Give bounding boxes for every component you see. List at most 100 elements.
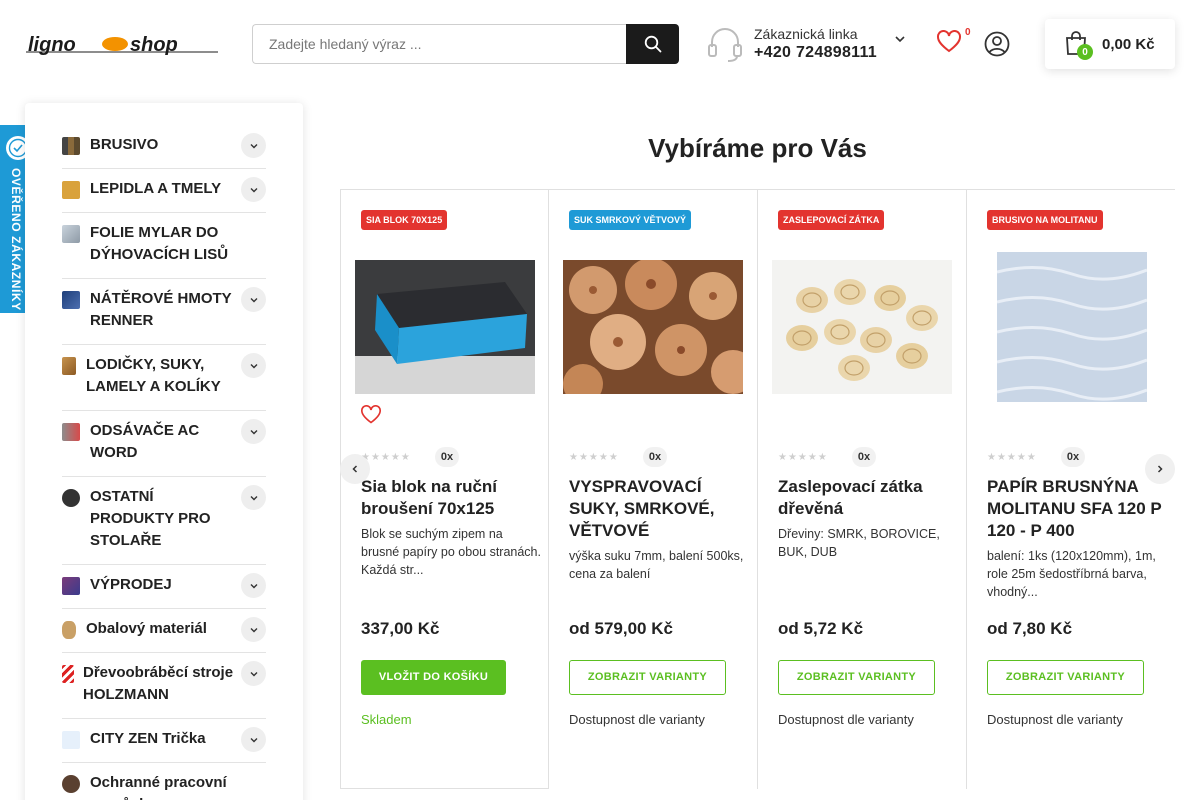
show-variants-button[interactable]: ZOBRAZIT VARIANTY bbox=[569, 660, 726, 695]
user-icon bbox=[984, 31, 1010, 57]
chevron-down-icon[interactable] bbox=[241, 419, 266, 444]
sidebar-item-label: OSTATNÍ PRODUKTY PRO STOLAŘE bbox=[90, 488, 211, 549]
machine-icon bbox=[62, 665, 74, 683]
sidebar-item-label: Obalový materiál bbox=[86, 620, 207, 637]
sidebar-item-label: NÁTĚROVÉ HMOTY RENNER bbox=[90, 290, 232, 329]
carousel-prev-button[interactable] bbox=[340, 454, 370, 484]
search-button[interactable] bbox=[626, 24, 679, 64]
dowel-icon bbox=[62, 357, 76, 375]
sidebar-item-label: ODSÁVAČE AC WORD bbox=[90, 422, 200, 461]
show-variants-button[interactable]: ZOBRAZIT VARIANTY bbox=[987, 660, 1144, 695]
chevron-down-icon[interactable] bbox=[241, 661, 266, 686]
product-card[interactable]: BRUSIVO NA MOLITANU ★★★★★ 0x PAPÍR BRUSN… bbox=[967, 190, 1176, 789]
product-image[interactable] bbox=[772, 260, 952, 394]
rating-count: 0x bbox=[1061, 447, 1085, 467]
chevron-down-icon[interactable] bbox=[241, 573, 266, 598]
availability-status: Dostupnost dle varianty bbox=[778, 712, 914, 727]
chevron-down-icon[interactable] bbox=[241, 287, 266, 312]
verified-label: OVĚŘENO ZÁKAZNÍKY bbox=[9, 168, 23, 311]
product-price: od 5,72 Kč bbox=[778, 619, 864, 638]
rating-stars-icon: ★★★★★ bbox=[778, 452, 828, 463]
protective-gear-icon bbox=[62, 775, 80, 793]
sidebar-item-label: LODIČKY, SUKY, LAMELY A KOLÍKY bbox=[86, 356, 221, 395]
chevron-down-icon[interactable] bbox=[894, 33, 906, 45]
glue-icon bbox=[62, 181, 80, 199]
chevron-down-icon[interactable] bbox=[241, 177, 266, 202]
sidebar-item-vyprodej[interactable]: VÝPRODEJ bbox=[62, 565, 266, 609]
product-price: od 579,00 Kč bbox=[569, 619, 673, 638]
packaging-icon bbox=[62, 621, 76, 639]
heart-icon bbox=[937, 30, 961, 53]
hotline-label: Zákaznická linka bbox=[754, 26, 858, 42]
sidebar-item-city-zen[interactable]: CITY ZEN Trička bbox=[62, 719, 266, 763]
sidebar-item-brusivo[interactable]: BRUSIVO bbox=[62, 125, 266, 169]
sidebar-item-folie[interactable]: FOLIE MYLAR DO DÝHOVACÍCH LISŮ bbox=[62, 213, 266, 279]
product-name[interactable]: Sia blok na ruční broušení 70x125 bbox=[361, 476, 541, 520]
rating-stars-icon: ★★★★★ bbox=[361, 452, 411, 463]
product-carousel: SIA BLOK 70X125 ★★★★★ 0x Sia blok na ruč… bbox=[340, 189, 1175, 789]
sidebar-item-obalovy-material[interactable]: Obalový materiál bbox=[62, 609, 266, 653]
rating-stars-icon: ★★★★★ bbox=[987, 452, 1037, 463]
product-name[interactable]: PAPÍR BRUSNÝNA MOLITANU SFA 120 P 120 - … bbox=[987, 476, 1167, 542]
chevron-down-icon[interactable] bbox=[241, 133, 266, 158]
rating-count: 0x bbox=[435, 447, 459, 467]
product-image[interactable] bbox=[563, 260, 743, 394]
sidebar-item-ochranne-pomucky[interactable]: Ochranné pracovní pomůcky bbox=[62, 763, 266, 800]
sidebar-item-odsavace[interactable]: ODSÁVAČE AC WORD bbox=[62, 411, 266, 477]
sidebar-item-label: LEPIDLA A TMELY bbox=[90, 180, 222, 197]
header: ligno shop Zákaznická linka +420 7248981… bbox=[0, 0, 1200, 90]
product-name[interactable]: Zaslepovací zátka dřevěná bbox=[778, 476, 958, 520]
product-price: od 7,80 Kč bbox=[987, 619, 1073, 638]
search-input[interactable] bbox=[252, 24, 626, 64]
chevron-down-icon[interactable] bbox=[241, 727, 266, 752]
chevron-down-icon[interactable] bbox=[241, 617, 266, 642]
add-to-cart-button[interactable]: VLOŽIT DO KOŠÍKU bbox=[361, 660, 506, 695]
product-price: 337,00 Kč bbox=[361, 619, 440, 638]
lignoshop-logo[interactable]: ligno shop bbox=[26, 30, 218, 60]
account-button[interactable] bbox=[984, 31, 1010, 62]
hotline-phone[interactable]: +420 724898111 bbox=[754, 44, 877, 62]
sidebar-item-holzmann[interactable]: Dřevoobráběcí stroje HOLZMANN bbox=[62, 653, 266, 719]
product-image[interactable] bbox=[355, 260, 535, 394]
sidebar-item-label: CITY ZEN Trička bbox=[90, 730, 206, 747]
chevron-down-icon[interactable] bbox=[241, 353, 266, 378]
product-name[interactable]: VYSPRAVOVACÍ SUKY, SMRKOVÉ, VĚTVOVÉ bbox=[569, 476, 749, 542]
sidebar-item-ostatni[interactable]: OSTATNÍ PRODUKTY PRO STOLAŘE bbox=[62, 477, 266, 565]
heart-icon bbox=[361, 405, 381, 424]
sidebar-item-naterove-hmoty[interactable]: NÁTĚROVÉ HMOTY RENNER bbox=[62, 279, 266, 345]
svg-text:ligno: ligno bbox=[28, 34, 76, 56]
product-tag: BRUSIVO NA MOLITANU bbox=[987, 210, 1103, 230]
sale-icon bbox=[62, 577, 80, 595]
sidebar-item-label: BRUSIVO bbox=[90, 136, 159, 153]
sidebar-item-lodicky[interactable]: LODIČKY, SUKY, LAMELY A KOLÍKY bbox=[62, 345, 266, 411]
paint-icon bbox=[62, 291, 80, 309]
tools-icon bbox=[62, 489, 80, 507]
product-card[interactable]: SIA BLOK 70X125 ★★★★★ 0x Sia blok na ruč… bbox=[340, 190, 549, 789]
cart-button[interactable]: 0 0,00 Kč bbox=[1045, 19, 1175, 69]
tshirt-icon bbox=[62, 731, 80, 749]
availability-status: Dostupnost dle varianty bbox=[987, 712, 1123, 727]
product-card[interactable]: ZASLEPOVACÍ ZÁTKA ★★★★★ 0x Zaslepovací z… bbox=[758, 190, 967, 789]
sidebar-item-label: Ochranné pracovní pomůcky bbox=[90, 774, 227, 800]
headset-icon bbox=[708, 28, 742, 62]
availability-status: Dostupnost dle varianty bbox=[569, 712, 705, 727]
show-variants-button[interactable]: ZOBRAZIT VARIANTY bbox=[778, 660, 935, 695]
product-tag: SIA BLOK 70X125 bbox=[361, 210, 448, 230]
product-card[interactable]: SUK SMRKOVÝ VĚTVOVÝ ★★★★★ 0x VYSPRAVOVAC… bbox=[549, 190, 758, 789]
product-description: výška suku 7mm, balení 500ks, cena za ba… bbox=[569, 549, 744, 581]
product-image[interactable] bbox=[997, 252, 1147, 402]
sidebar-item-label: VÝPRODEJ bbox=[90, 576, 172, 593]
carousel-next-button[interactable] bbox=[1145, 454, 1175, 484]
add-to-wishlist-button[interactable] bbox=[360, 405, 382, 430]
cart-count-badge: 0 bbox=[1077, 44, 1093, 60]
sidebar-item-label: Dřevoobráběcí stroje HOLZMANN bbox=[83, 664, 234, 703]
availability-status: Skladem bbox=[361, 712, 412, 727]
category-sidebar: BRUSIVO LEPIDLA A TMELY FOLIE MYLAR DO D… bbox=[25, 103, 303, 800]
sidebar-item-lepidla[interactable]: LEPIDLA A TMELY bbox=[62, 169, 266, 213]
product-description: Blok se suchým zipem na brusné papíry po… bbox=[361, 527, 541, 577]
customer-hotline[interactable]: Zákaznická linka +420 724898111 bbox=[706, 25, 911, 65]
chevron-right-icon bbox=[1157, 465, 1163, 473]
wishlist-button[interactable]: 0 bbox=[936, 27, 976, 60]
chevron-down-icon[interactable] bbox=[241, 485, 266, 510]
product-description: Dřeviny: SMRK, BOROVICE, BUK, DUB bbox=[778, 527, 940, 559]
